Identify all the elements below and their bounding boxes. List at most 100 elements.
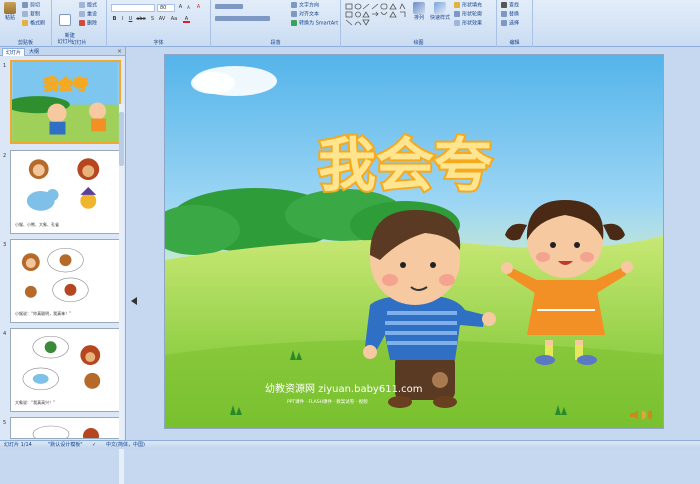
layout-button[interactable]: 版式 — [79, 2, 97, 9]
thumbnail-1-preview: 我会夸 — [12, 62, 119, 142]
font-name-box[interactable] — [111, 4, 155, 12]
bullets-button[interactable] — [215, 4, 245, 10]
group-title-paragraph: 段落 — [270, 40, 281, 46]
group-title-drawing: 绘图 — [413, 40, 424, 46]
text-direction-icon — [291, 2, 297, 8]
quick-styles-button[interactable]: 快速样式 — [429, 2, 451, 21]
quick-styles-icon — [434, 2, 446, 14]
pane-tabs: 幻灯片 大纲 × — [0, 47, 125, 56]
clear-format-button[interactable]: A — [195, 4, 202, 11]
pane-scrollbar[interactable] — [119, 104, 124, 484]
paste-button[interactable]: 粘贴 — [2, 2, 18, 21]
bold-button[interactable]: B — [111, 16, 118, 23]
text-direction-button[interactable]: 文字方向 — [291, 2, 319, 9]
group-title-clipboard: 剪贴板 — [17, 40, 33, 46]
format-painter-button[interactable]: 格式刷 — [22, 20, 45, 27]
slide-artwork: 我会夸 幼教资源网 ziyuan.baby611.com PPT课件 · FLA… — [165, 66, 663, 428]
smartart-icon — [291, 20, 297, 26]
shapes-gallery[interactable] — [345, 3, 407, 29]
thumb-number-3: 3 — [3, 242, 7, 248]
thumb-number-5: 5 — [3, 420, 7, 426]
copy-button[interactable]: 复制 — [22, 11, 40, 18]
shape-fill-button[interactable]: 形状填充 — [454, 2, 482, 9]
group-title-editing: 编辑 — [509, 40, 520, 46]
ribbon: 粘贴 剪切 复制 格式刷 剪贴板 新建 幻灯片 版式 重设 删除 幻灯片 80 … — [0, 0, 700, 47]
align-buttons[interactable] — [215, 16, 272, 22]
thumb-number-1: 1 — [3, 63, 7, 69]
shape-effects-button[interactable]: 形状效果 — [454, 20, 482, 27]
scissors-icon — [22, 2, 28, 8]
shadow-button[interactable]: S — [149, 16, 156, 23]
shape-outline-button[interactable]: 形状轮廓 — [454, 11, 482, 18]
slides-group: 新建 幻灯片 版式 重设 删除 幻灯片 — [52, 0, 107, 47]
theme-name: "默认设计模板" — [48, 442, 83, 448]
arrange-icon — [413, 2, 425, 14]
status-bar: 幻灯片 1/14 "默认设计模板" ✓ 中文(简体，中国) — [0, 440, 700, 449]
thumbnail-5-preview — [32, 425, 99, 438]
binoculars-icon — [501, 2, 507, 8]
thumbnail-4[interactable]: 大象说：“我真高兴！” — [10, 328, 121, 412]
thumbnail-2-preview — [26, 158, 100, 211]
tab-outline[interactable]: 大纲 — [26, 48, 42, 56]
underline-button[interactable]: U — [127, 16, 134, 23]
thumbnail-2-caption: 小猴、小熊、大象、孔雀 — [15, 222, 59, 227]
cloud — [191, 66, 277, 96]
bullets-icon — [215, 4, 243, 9]
slide-title[interactable]: 我会夸 — [316, 129, 494, 201]
delete-icon — [79, 20, 85, 26]
tab-slides[interactable]: 幻灯片 — [2, 48, 26, 56]
font-size-box[interactable]: 80 — [157, 4, 175, 12]
change-case-button[interactable]: Aa — [169, 16, 179, 23]
grow-font-button[interactable]: A — [177, 4, 184, 11]
reset-icon — [79, 11, 85, 17]
thumbnail-5[interactable] — [10, 417, 121, 439]
select-button[interactable]: 选择 — [501, 20, 519, 27]
thumbnail-3-preview — [21, 247, 89, 303]
drawing-group: 排列 快速样式 形状填充 形状轮廓 形状效果 绘图 — [341, 0, 497, 47]
thumbnail-3[interactable]: 小猴说：“你真聪明，我真笨！” — [10, 239, 121, 323]
delete-slide-button[interactable]: 删除 — [79, 20, 97, 27]
arrange-button[interactable]: 排列 — [411, 2, 427, 21]
shrink-font-button[interactable]: A — [185, 4, 192, 11]
watermark-sub: PPT课件 · FLASH课件 · 教案试卷 · 视频 — [287, 398, 368, 405]
font-color-button[interactable]: A — [183, 16, 190, 23]
slide-edge-marker — [131, 297, 137, 305]
smartart-button[interactable]: 转换为 SmartArt — [291, 20, 338, 27]
scrollbar-thumb[interactable] — [119, 112, 124, 166]
slide-canvas[interactable]: 我会夸 幼教资源网 ziyuan.baby611.com PPT课件 · FLA… — [164, 54, 664, 429]
outline-icon — [454, 11, 460, 17]
thumbnail-2[interactable]: 小猴、小熊、大象、孔雀 — [10, 150, 121, 234]
font-group: 80 A A A B I U abe S AV Aa A 字体 — [107, 0, 211, 47]
reset-button[interactable]: 重设 — [79, 11, 97, 18]
italic-button[interactable]: I — [119, 16, 126, 23]
paragraph-group: 文字方向 对齐文本 转换为 SmartArt 段落 — [211, 0, 341, 47]
close-icon[interactable]: × — [117, 48, 122, 55]
slide-pane: 幻灯片 大纲 × 1 我会夸 2 小猴、小熊、大象、孔雀 3 小猴说：“你真聪明… — [0, 47, 126, 484]
cut-button[interactable]: 剪切 — [22, 2, 40, 9]
strikethrough-button[interactable]: abe — [135, 16, 147, 23]
find-button[interactable]: 查找 — [501, 2, 519, 9]
align-text-icon — [291, 11, 297, 17]
paste-icon — [4, 2, 16, 14]
language-label: 中文(简体，中国) — [106, 442, 145, 448]
effects-icon — [454, 20, 460, 26]
align-text-button[interactable]: 对齐文本 — [291, 11, 319, 18]
spell-check-icon[interactable]: ✓ — [92, 441, 96, 449]
thumbnail-1[interactable]: 我会夸 — [10, 60, 121, 144]
copy-icon — [22, 11, 28, 17]
clipboard-group: 粘贴 剪切 复制 格式刷 剪贴板 — [0, 0, 52, 47]
thumbnail-3-caption: 小猴说：“你真聪明，我真笨！” — [15, 311, 72, 316]
char-spacing-button[interactable]: AV — [157, 16, 167, 23]
group-title-slides: 幻灯片 — [71, 40, 87, 46]
shapes-icon — [345, 3, 406, 26]
replace-button[interactable]: 替换 — [501, 11, 519, 18]
thumb-number-4: 4 — [3, 331, 7, 337]
thumb-number-2: 2 — [3, 153, 7, 159]
slide-count: 幻灯片 1/14 — [4, 442, 32, 448]
align-icon — [215, 16, 270, 21]
thumbnail-4-caption: 大象说：“我真高兴！” — [15, 400, 56, 405]
thumbnail-4-preview — [22, 335, 101, 391]
replace-icon — [501, 11, 507, 17]
cursor-icon — [501, 20, 507, 26]
layout-icon — [79, 2, 85, 8]
